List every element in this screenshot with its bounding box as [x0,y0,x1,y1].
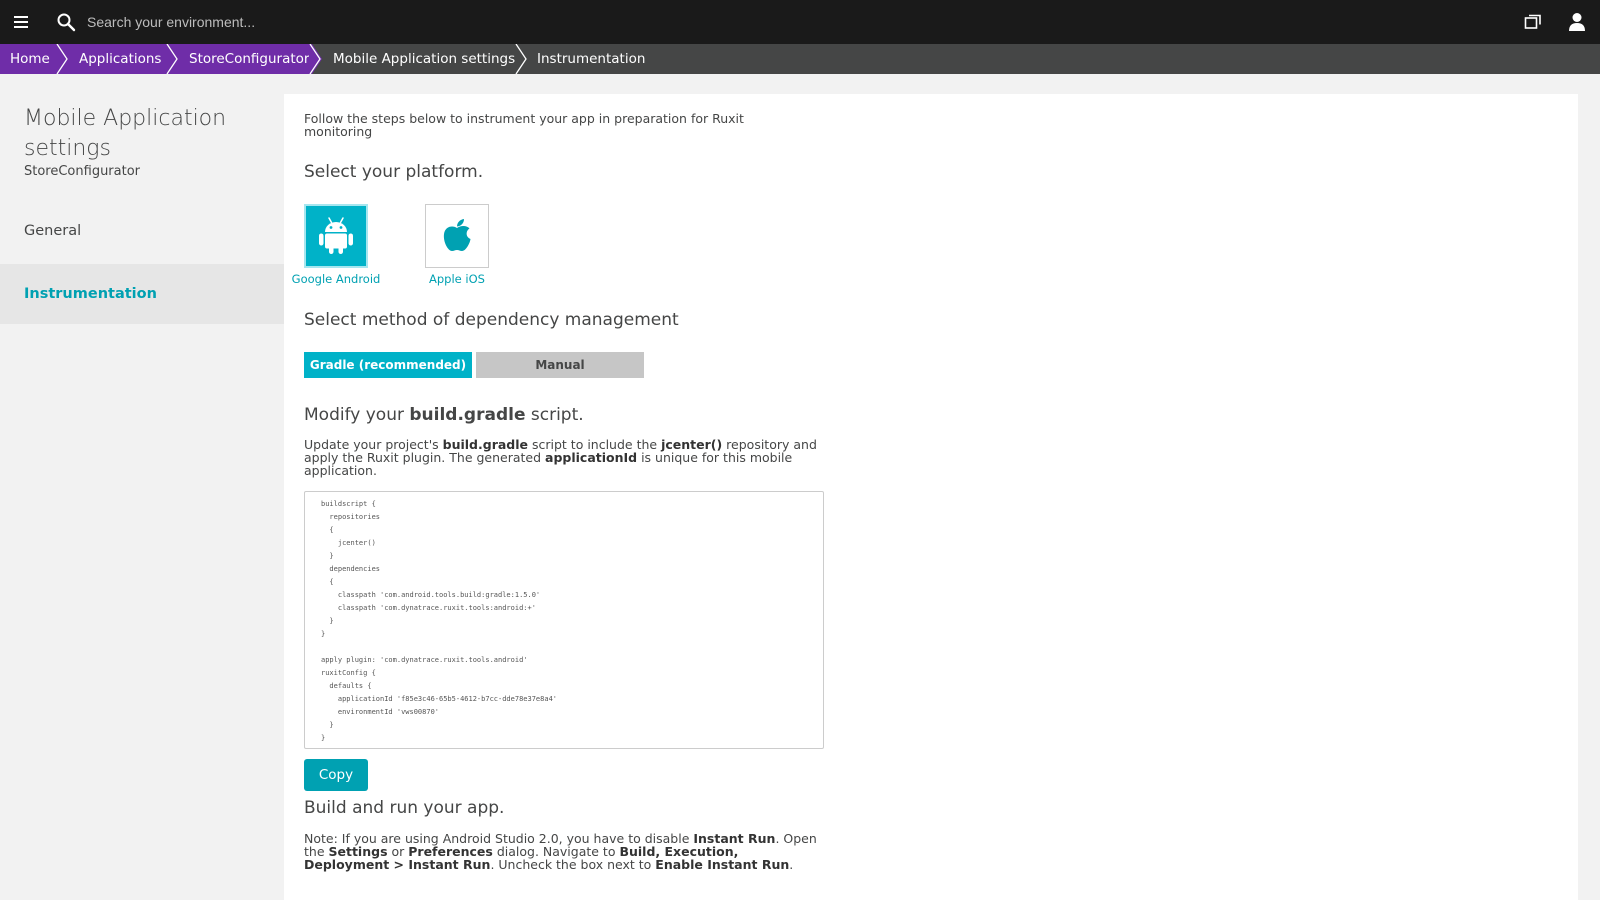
note-text: Note: If you are using Android Studio 2.… [304,831,817,872]
build-heading: Build and run your app. [304,798,505,818]
breadcrumb-storeconfigurator[interactable]: StoreConfigurator [169,44,312,74]
breadcrumb-instrumentation: Instrumentation [537,51,646,67]
dependency-heading: Select method of dependency management [304,310,679,330]
platform-android[interactable]: Google Android [291,204,381,286]
menu-icon[interactable] [14,14,30,30]
apple-icon [443,219,471,251]
breadcrumb-mobile-settings[interactable]: Mobile Application settings [312,44,518,74]
platform-ios[interactable]: Apple iOS [412,204,502,286]
sidebar: Mobile Application settings StoreConfigu… [0,74,284,900]
main-panel: Follow the steps below to instrument you… [284,94,1578,900]
sidebar-title: Mobile Application settings [24,106,227,161]
breadcrumb-separator [166,44,179,74]
breadcrumb-separator [309,44,322,74]
windows-icon[interactable] [1524,13,1542,31]
user-icon[interactable] [1568,12,1586,32]
sidebar-item-instrumentation[interactable]: Instrumentation [0,264,284,324]
copy-button[interactable]: Copy [304,759,368,791]
breadcrumb-applications[interactable]: Applications [59,44,169,74]
sidebar-subtitle: StoreConfigurator [24,164,141,179]
breadcrumb-separator [515,44,527,74]
intro-text: Follow the steps below to instrument you… [304,111,744,139]
modify-heading: Modify your build.gradle script. [304,405,584,425]
breadcrumb: Home Applications StoreConfigurator Mobi… [0,44,1600,74]
breadcrumb-home[interactable]: Home [0,44,59,74]
manual-option-button[interactable]: Manual [476,352,644,378]
platform-ios-tile[interactable] [425,204,489,268]
update-description: Update your project's build.gradle scrip… [304,437,817,478]
search-icon [57,13,76,32]
breadcrumb-separator [56,44,69,74]
search-input[interactable] [87,10,507,34]
platform-heading: Select your platform. [304,162,484,182]
sidebar-item-general[interactable]: General [0,201,284,261]
platform-android-tile[interactable] [304,204,368,268]
code-block[interactable]: buildscript { repositories { jcenter() }… [304,491,824,749]
gradle-option-button[interactable]: Gradle (recommended) [304,352,472,378]
platform-android-label[interactable]: Google Android [291,272,381,286]
build-gradle-code[interactable]: buildscript { repositories { jcenter() }… [321,498,807,745]
android-icon [319,217,353,254]
top-bar [0,0,1600,44]
platform-ios-label[interactable]: Apple iOS [412,272,502,286]
